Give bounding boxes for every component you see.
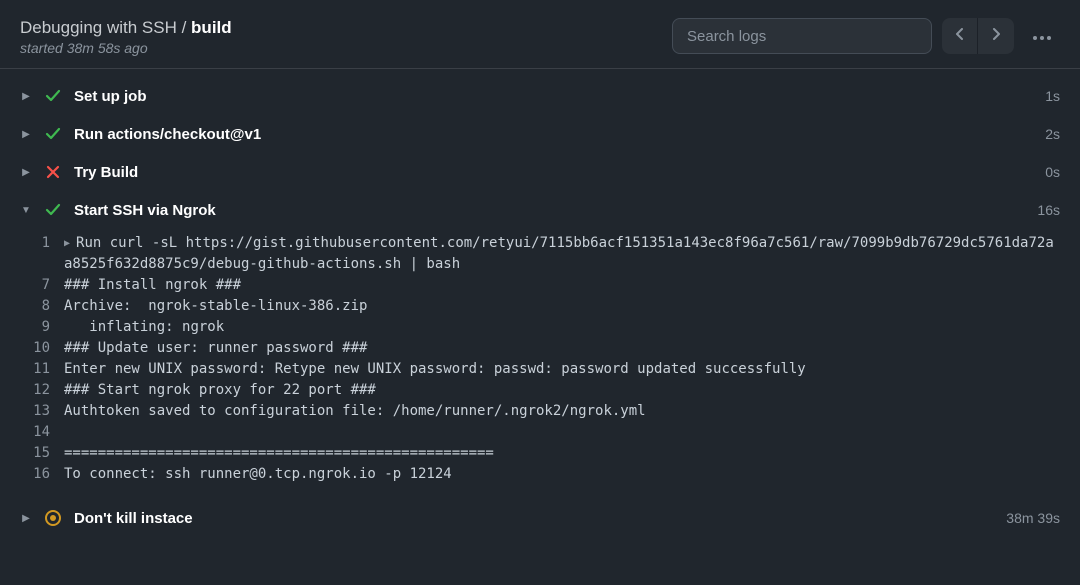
line-text: ### Update user: runner password ### [64, 338, 1060, 359]
caret-right-icon: ▶ [64, 236, 70, 251]
check-icon [44, 87, 62, 105]
log-line: 16To connect: ssh runner@0.tcp.ngrok.io … [20, 464, 1060, 485]
kebab-icon [1033, 27, 1051, 45]
run-started-subtitle: started 38m 58s ago [20, 40, 232, 56]
step-time: 0s [1045, 164, 1060, 180]
step-row[interactable]: ▶ Set up job 1s [0, 77, 1080, 115]
caret-down-icon: ▼ [20, 205, 32, 216]
log-line: 14 [20, 422, 1060, 443]
log-line: 8Archive: ngrok-stable-linux-386.zip [20, 296, 1060, 317]
step-name: Try Build [74, 164, 1033, 181]
step-time: 2s [1045, 126, 1060, 142]
chevron-right-icon [991, 27, 1001, 45]
line-text: Authtoken saved to configuration file: /… [64, 401, 1060, 422]
step-row[interactable]: ▶ Don't kill instace 38m 39s [0, 499, 1080, 537]
line-text: ========================================… [64, 443, 1060, 464]
step-name: Set up job [74, 88, 1033, 105]
caret-right-icon: ▶ [20, 167, 32, 178]
check-icon [44, 201, 62, 219]
step-row[interactable]: ▼ Start SSH via Ngrok 16s [0, 191, 1080, 229]
line-number: 13 [20, 401, 64, 422]
line-number: 14 [20, 422, 64, 443]
line-number: 15 [20, 443, 64, 464]
spinner-icon [44, 509, 62, 527]
line-text: ### Install ngrok ### [64, 275, 1060, 296]
breadcrumb: Debugging with SSH / build [20, 18, 232, 38]
line-number: 9 [20, 317, 64, 338]
log-line: 15======================================… [20, 443, 1060, 464]
breadcrumb-current: build [191, 18, 232, 37]
line-number: 12 [20, 380, 64, 401]
nav-buttons [942, 18, 1014, 54]
log-line: 1▶Run curl -sL https://gist.githubuserco… [20, 233, 1060, 275]
step-time: 38m 39s [1006, 510, 1060, 526]
x-icon [44, 163, 62, 181]
line-text: inflating: ngrok [64, 317, 1060, 338]
line-text: Archive: ngrok-stable-linux-386.zip [64, 296, 1060, 317]
header-left: Debugging with SSH / build started 38m 5… [20, 18, 232, 56]
next-button[interactable] [978, 18, 1014, 54]
line-text: To connect: ssh runner@0.tcp.ngrok.io -p… [64, 464, 1060, 485]
log-line: 12### Start ngrok proxy for 22 port ### [20, 380, 1060, 401]
step-row[interactable]: ▶ Try Build 0s [0, 153, 1080, 191]
caret-right-icon: ▶ [20, 129, 32, 140]
log-output: 1▶Run curl -sL https://gist.githubuserco… [0, 229, 1080, 499]
log-line: 13Authtoken saved to configuration file:… [20, 401, 1060, 422]
check-icon [44, 125, 62, 143]
line-text: ▶Run curl -sL https://gist.githubusercon… [64, 233, 1060, 275]
line-number: 11 [20, 359, 64, 380]
caret-right-icon: ▶ [20, 91, 32, 102]
step-time: 16s [1037, 202, 1060, 218]
breadcrumb-prefix: Debugging with SSH / [20, 18, 191, 37]
header-right [672, 18, 1060, 54]
step-name: Start SSH via Ngrok [74, 202, 1025, 219]
caret-right-icon: ▶ [20, 513, 32, 524]
line-number: 16 [20, 464, 64, 485]
line-text: Enter new UNIX password: Retype new UNIX… [64, 359, 1060, 380]
log-line: 11Enter new UNIX password: Retype new UN… [20, 359, 1060, 380]
step-name: Don't kill instace [74, 510, 994, 527]
line-text: ### Start ngrok proxy for 22 port ### [64, 380, 1060, 401]
search-input[interactable] [672, 18, 932, 54]
step-time: 1s [1045, 88, 1060, 104]
line-number: 8 [20, 296, 64, 317]
log-line: 7### Install ngrok ### [20, 275, 1060, 296]
header: Debugging with SSH / build started 38m 5… [0, 0, 1080, 69]
more-menu-button[interactable] [1024, 18, 1060, 54]
steps-list: ▶Set up job1s▶Run actions/checkout@v12s▶… [0, 69, 1080, 537]
log-line: 10### Update user: runner password ### [20, 338, 1060, 359]
step-name: Run actions/checkout@v1 [74, 126, 1033, 143]
line-number: 7 [20, 275, 64, 296]
step-row[interactable]: ▶ Run actions/checkout@v1 2s [0, 115, 1080, 153]
chevron-left-icon [955, 27, 965, 45]
line-number: 1 [20, 233, 64, 254]
log-line: 9 inflating: ngrok [20, 317, 1060, 338]
line-number: 10 [20, 338, 64, 359]
prev-button[interactable] [942, 18, 978, 54]
